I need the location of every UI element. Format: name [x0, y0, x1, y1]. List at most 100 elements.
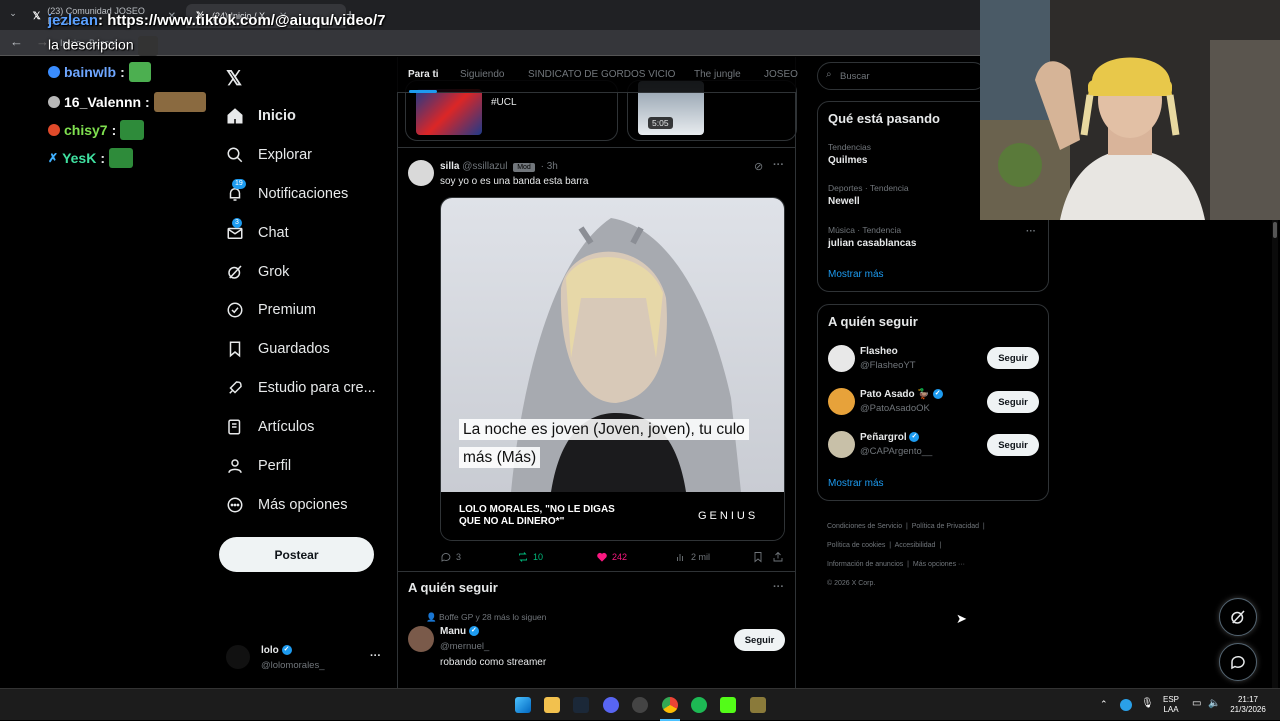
account-name[interactable]: lolo ✓ [261, 645, 292, 656]
reply-button[interactable]: 3 [440, 551, 461, 563]
scrollbar-thumb[interactable] [1273, 222, 1277, 238]
chat-user: 16_Valennn [64, 94, 142, 110]
feed-follow-title: A quién seguir [408, 580, 498, 595]
person-icon: 👤 [426, 612, 437, 622]
trend-item[interactable]: Tendencias Quilmes [828, 142, 871, 166]
file-explorer-icon[interactable] [544, 697, 560, 713]
view-count: 2 mil [691, 552, 711, 562]
footer-link[interactable]: Información de anuncios [827, 561, 903, 568]
tab-siguiendo[interactable]: Siguiendo [460, 69, 504, 80]
avatar[interactable] [828, 388, 855, 415]
volume-icon[interactable]: 🔈 [1208, 699, 1220, 709]
avatar[interactable] [828, 345, 855, 372]
avatar[interactable] [408, 160, 434, 186]
avatar[interactable] [408, 626, 434, 652]
repost-count: 10 [533, 552, 544, 562]
footer-link[interactable]: Condiciones de Servicio [827, 523, 902, 530]
ucl-thumbnail [416, 89, 482, 135]
nav-label: Guardados [258, 341, 330, 357]
footer-link[interactable]: Política de cookies [827, 542, 885, 549]
spotify-icon[interactable] [691, 697, 707, 713]
nav-profile[interactable]: Perfil [226, 457, 291, 475]
account-menu-icon[interactable]: ··· [370, 650, 381, 662]
suggested-name[interactable]: Peñargrol ✓ [860, 432, 920, 443]
video-duration: 5:05 [648, 117, 673, 129]
tab-sindicato[interactable]: SINDICATO DE GORDOS VICIO [528, 69, 675, 80]
post-author[interactable]: silla [440, 161, 459, 172]
follow-button[interactable]: Seguir [734, 629, 785, 651]
tab-joseo[interactable]: JOSEO [764, 69, 798, 80]
share-button[interactable] [772, 551, 784, 563]
nav-chat[interactable]: 3 Chat [226, 218, 289, 242]
nav-explore[interactable]: Explorar [226, 146, 312, 164]
windows-start-icon[interactable] [515, 697, 531, 713]
repost-button[interactable]: 10 [517, 551, 543, 563]
tab-the-jungle[interactable]: The jungle [694, 69, 741, 80]
obs-icon[interactable] [632, 697, 648, 713]
follow-menu-icon[interactable]: ··· [773, 581, 784, 593]
chrome-icon[interactable] [662, 697, 678, 713]
suggested-name[interactable]: Pato Asado 🦆 ✓ [860, 389, 943, 400]
language-indicator[interactable]: ESP LAA [1163, 695, 1179, 715]
x-logo-icon[interactable]: 𝕏 [226, 66, 242, 91]
grok-icon[interactable]: ⊘ [754, 160, 763, 173]
steam-icon[interactable] [573, 697, 589, 713]
show-more-link[interactable]: Mostrar más [828, 269, 884, 280]
nav-label: Notificaciones [258, 186, 349, 202]
nav-more[interactable]: Más opciones [226, 496, 347, 514]
nav-bookmarks[interactable]: Guardados [226, 340, 330, 358]
post-handle[interactable]: @ssillazul [462, 161, 507, 172]
tab-search-icon[interactable]: ⌄ [6, 8, 20, 22]
show-more-link[interactable]: Mostrar más [828, 478, 884, 489]
suggested-name[interactable]: Manu ✓ [440, 626, 479, 637]
tab-para-ti[interactable]: Para ti [408, 69, 439, 80]
overlay-top-message: jezlean: https://www.tiktok.com/@aiuqu/v… [48, 12, 385, 29]
nav-home[interactable]: Inicio [226, 107, 296, 125]
clock[interactable]: 21:17 21/3/2026 [1228, 695, 1268, 715]
notification-badge: 19 [232, 179, 246, 189]
scrollbar[interactable] [1272, 220, 1278, 688]
post-menu-icon[interactable]: ··· [773, 159, 784, 171]
back-icon[interactable]: ← [10, 34, 23, 49]
follow-button[interactable]: Seguir [987, 434, 1039, 456]
trend-menu-icon[interactable]: ··· [1026, 226, 1036, 237]
search-input[interactable]: ⌕ Buscar [817, 62, 987, 90]
post-media[interactable]: La noche es joven (Joven, joven), tu cul… [440, 197, 785, 541]
tray-app-icon[interactable] [1120, 699, 1132, 711]
nav-label: Inicio [258, 108, 296, 124]
follow-button[interactable]: Seguir [987, 391, 1039, 413]
bookmark-button[interactable] [752, 551, 764, 563]
app-icon[interactable] [750, 697, 766, 713]
overlay-user: jezlean [48, 12, 99, 29]
badge-icon [48, 66, 60, 78]
views-button[interactable]: 2 mil [675, 551, 710, 563]
messages-fab[interactable] [1219, 643, 1257, 681]
nav-creator-studio[interactable]: Estudio para cre... [226, 379, 376, 397]
trend-item[interactable]: Música · Tendencia julian casablancas [828, 225, 916, 249]
footer-link[interactable]: Accesibilidad [895, 542, 936, 549]
bell-icon: 19 [226, 179, 246, 203]
tray-expand-icon[interactable]: ⌃ [1100, 699, 1108, 709]
avatar[interactable] [828, 431, 855, 458]
footer-link[interactable]: Más opciones ··· [913, 561, 965, 568]
footer-link[interactable]: Política de Privacidad [912, 523, 979, 530]
suggested-name[interactable]: Flasheo [860, 346, 898, 357]
discord-icon[interactable] [603, 697, 619, 713]
kick-icon[interactable] [720, 697, 736, 713]
grok-fab[interactable] [1219, 598, 1257, 636]
nav-premium[interactable]: Premium [226, 301, 316, 319]
nav-notifications[interactable]: 19 Notificaciones [226, 179, 349, 203]
footer-links: Condiciones de Servicio | Política de Pr… [827, 523, 985, 587]
post-time[interactable]: 3h [547, 161, 558, 172]
suggested-bio: robando como streamer [440, 657, 547, 668]
trend-item[interactable]: Deportes · Tendencia Newell [828, 183, 909, 207]
microphone-icon[interactable]: 🎙 [1141, 699, 1154, 709]
follow-button[interactable]: Seguir [987, 347, 1039, 369]
avatar[interactable] [226, 645, 250, 669]
card-hashtag[interactable]: #UCL [491, 97, 517, 108]
nav-articles[interactable]: Artículos [226, 418, 314, 436]
network-icon[interactable]: ▭ [1192, 699, 1201, 709]
nav-grok[interactable]: Grok [226, 263, 289, 281]
like-button[interactable]: 242 [596, 551, 627, 563]
post-button[interactable]: Postear [219, 537, 374, 572]
